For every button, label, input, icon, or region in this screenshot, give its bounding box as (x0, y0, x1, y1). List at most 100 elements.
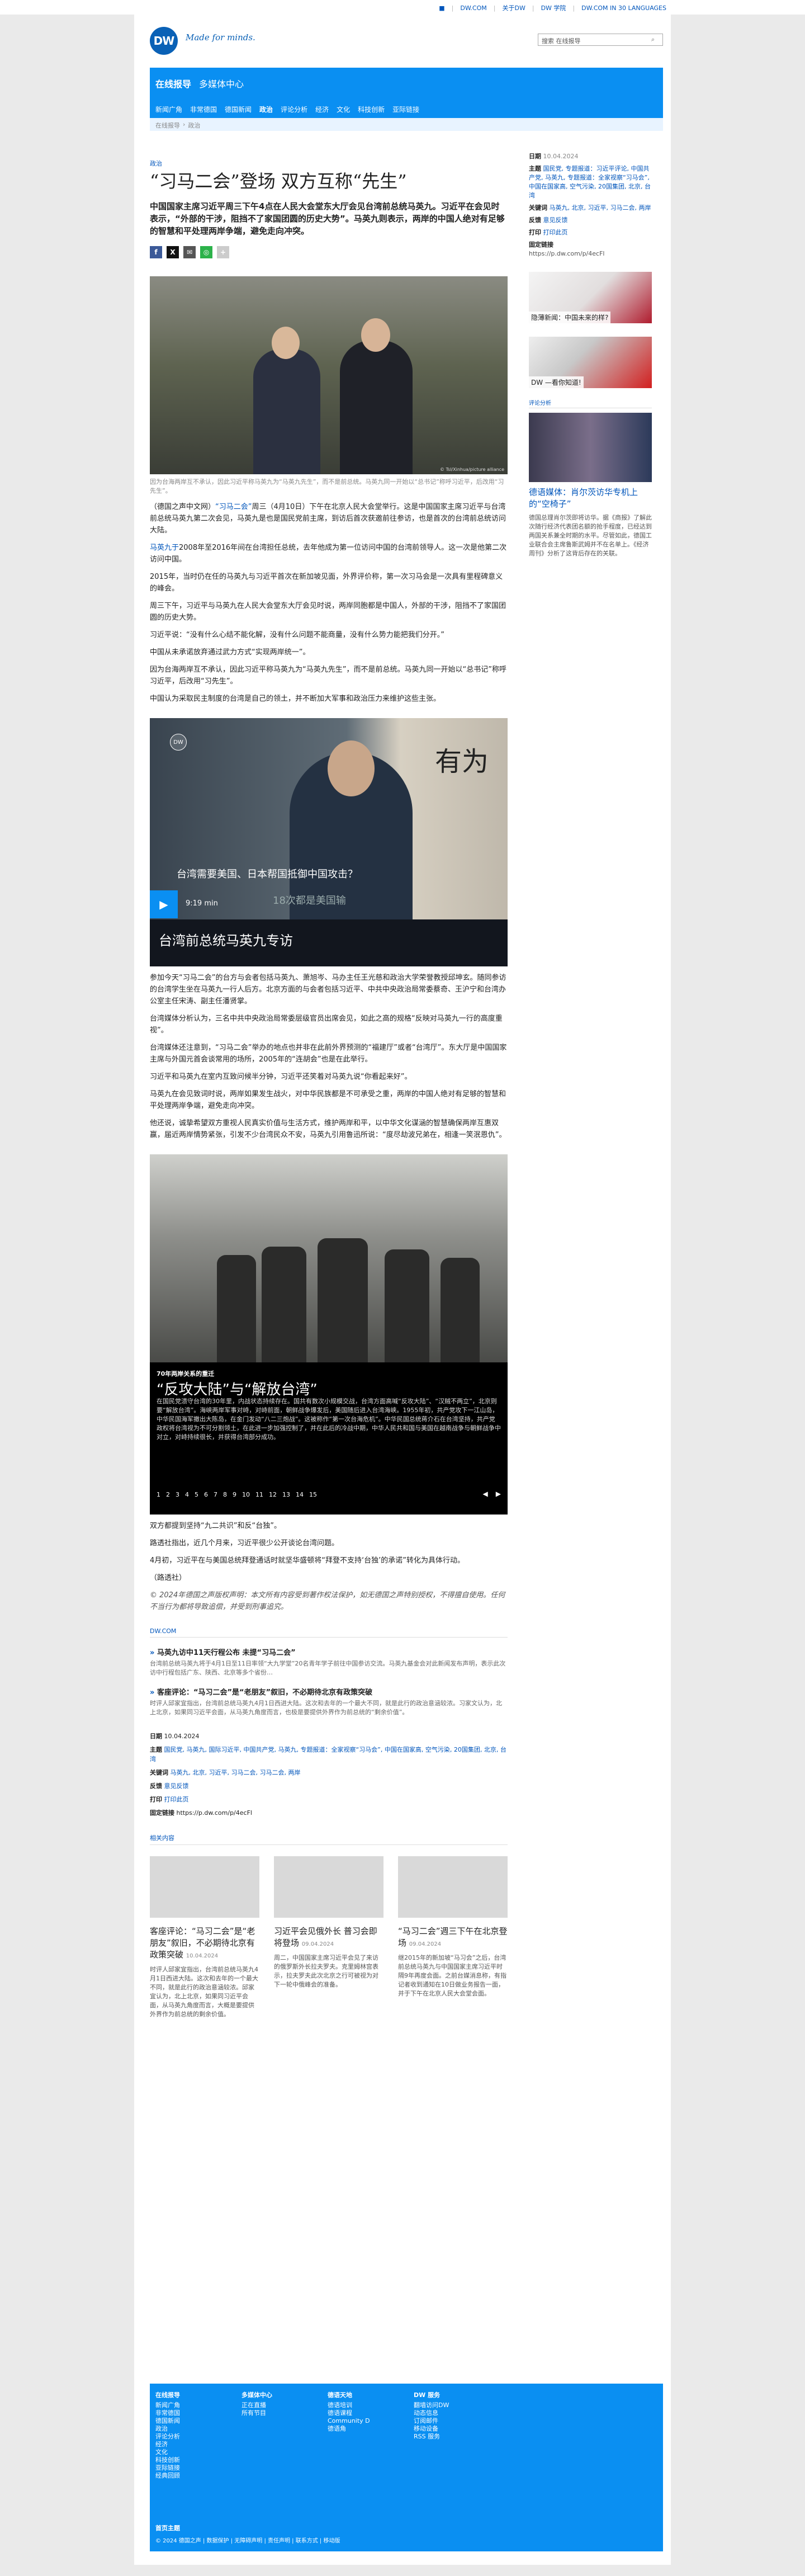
play-icon[interactable]: ▶ (150, 890, 178, 918)
promo-caption[interactable]: DW —看你知道! (529, 376, 584, 388)
related-item[interactable]: 习近平会见俄外长 普习会即将登场 09.04.2024 周二，中国国家主席习近平… (274, 1856, 383, 2019)
footer-link[interactable]: 德语角 (328, 2425, 370, 2433)
photo-gallery[interactable]: 70年两岸关系的重迁 “反攻大陆”与“解放台湾” 在国民党溃守台湾的30年里，内… (150, 1154, 508, 1515)
gallery-page[interactable]: 5 (195, 1491, 198, 1498)
breadcrumb-item[interactable]: 政治 (188, 121, 200, 129)
prev-icon[interactable]: ◀ (483, 1490, 488, 1498)
footer-link[interactable]: 经典回顾 (155, 2472, 180, 2480)
top-link-academy[interactable]: DW 学院 (541, 3, 566, 12)
home-icon[interactable]: ■ (439, 4, 444, 12)
gallery-page[interactable]: 14 (296, 1491, 304, 1498)
footer-link[interactable]: 科技创新 (155, 2456, 180, 2464)
feedback-link[interactable]: 意见反馈 (543, 216, 568, 224)
footer-link[interactable]: 德国新闻 (155, 2417, 180, 2425)
promo-caption[interactable]: 隐薄新闻：中国未来的样? (529, 312, 611, 323)
subnav-item[interactable]: 非常德国 (190, 105, 217, 117)
footer-link[interactable]: 翻墙访问DW (414, 2402, 449, 2409)
footer-link[interactable]: 亚际链接 (155, 2464, 180, 2472)
dw-logo[interactable]: DW (150, 27, 178, 55)
feedback-link[interactable]: 意见反馈 (164, 1782, 189, 1790)
footer-legal[interactable]: © 2024 德国之声 | 数据保护 | 无障碍声明 | 责任声明 | 联系方式… (155, 2536, 340, 2544)
article-kicker[interactable]: 政治 (150, 159, 508, 168)
teaser-item[interactable]: 马英九访中11天行程公布 未提“习马二会” 台湾前总统马英九将于4月1日至11日… (150, 1646, 508, 1677)
gallery-page[interactable]: 12 (269, 1491, 277, 1498)
meta-link[interactable]: 马英九, 北京, 习近平, 习马二会, 习马二会, 两岸 (171, 1769, 301, 1776)
subnav-item-active[interactable]: 政治 (259, 105, 273, 117)
promo-banner[interactable]: 隐薄新闻：中国未来的样? (529, 272, 652, 323)
footer-link[interactable]: 评论分析 (155, 2433, 180, 2441)
related-thumbnail[interactable] (274, 1856, 383, 1918)
related-thumbnail[interactable] (398, 1856, 508, 1918)
gallery-page[interactable]: 8 (223, 1491, 227, 1498)
gallery-page[interactable]: 10 (242, 1491, 250, 1498)
footer-link[interactable]: 订阅邮件 (414, 2417, 449, 2425)
side-article[interactable]: 德语媒体：肖尔茨访华专机上的“空椅子” 德国总理肖尔茨即将访华。据《商报》了解此… (529, 413, 652, 558)
gallery-page[interactable]: 7 (214, 1491, 217, 1498)
search-input[interactable]: 搜索 在线报导 (538, 34, 663, 46)
subnav-item[interactable]: 新闻广角 (155, 105, 182, 117)
side-article-image[interactable] (529, 413, 652, 482)
footer-link[interactable]: RSS 服务 (414, 2433, 449, 2441)
gallery-page[interactable]: 9 (233, 1491, 236, 1498)
meta-link[interactable]: 国民党, 马英九, 国际习近平, 中国共产党, 马英九, 专题报道：全家视察“习… (150, 1746, 506, 1763)
teaser-item[interactable]: 客座评论：“马习二会”是“老朋友”叙旧，不必期待北京有政策突破 时评人邱家宜指出… (150, 1686, 508, 1717)
footer-link[interactable]: 政治 (155, 2425, 180, 2433)
video-title[interactable]: 台湾前总统马英九专访 (159, 930, 293, 949)
top-link-about[interactable]: 关于DW (502, 3, 525, 12)
promo-banner[interactable]: DW —看你知道! (529, 337, 652, 388)
footer-link[interactable]: Community D (328, 2417, 370, 2425)
side-link[interactable]: 国民党, 专题报道：习近平评论, 中国共产党, 马英九, 专题报道：全家视察“习… (529, 165, 651, 199)
permalink-value[interactable]: https://p.dw.com/p/4ecFl (177, 1809, 252, 1817)
mail-icon[interactable]: ✉ (183, 246, 196, 258)
subnav-item[interactable]: 科技创新 (358, 105, 385, 117)
teaser-title[interactable]: 马英九访中11天行程公布 未提“习马二会” (150, 1646, 508, 1657)
permalink-value[interactable]: https://p.dw.com/p/4ecFl (529, 250, 604, 257)
gallery-page[interactable]: 2 (166, 1491, 170, 1498)
subnav-item[interactable]: 德国新闻 (225, 105, 252, 117)
x-icon[interactable]: X (167, 246, 179, 258)
video-player[interactable]: 有为 DW 台湾需要美国、日本帮国抵御中国攻击？ 18次都是美国输 ▶ 9:19… (150, 718, 508, 966)
subnav-item[interactable]: 评论分析 (281, 105, 307, 117)
gallery-page[interactable]: 3 (176, 1491, 179, 1498)
print-link[interactable]: 打印此页 (164, 1796, 189, 1803)
next-icon[interactable]: ▶ (496, 1490, 501, 1498)
gallery-page[interactable]: 11 (255, 1491, 263, 1498)
footer-link[interactable]: 新闻广角 (155, 2402, 180, 2409)
footer-link[interactable]: 德语培训 (328, 2402, 370, 2409)
footer-link[interactable]: 文化 (155, 2448, 180, 2456)
search-icon[interactable]: ⌕ (651, 36, 659, 44)
gallery-page[interactable]: 1 (157, 1491, 160, 1498)
print-link[interactable]: 打印此页 (543, 229, 568, 236)
inline-link[interactable]: 马英九于 (150, 544, 179, 552)
inline-link[interactable]: “习马二会” (215, 503, 252, 511)
footer-link[interactable]: 德语课程 (328, 2409, 370, 2417)
footer-link[interactable]: 经济 (155, 2441, 180, 2448)
footer-link[interactable]: 所有节目 (242, 2409, 272, 2417)
side-article-title[interactable]: 德语媒体：肖尔茨访华专机上的“空椅子” (529, 487, 652, 510)
teaser-title[interactable]: 客座评论：“马习二会”是“老朋友”叙旧，不必期待北京有政策突破 (150, 1686, 508, 1697)
nav-media[interactable]: 多媒体中心 (199, 77, 244, 90)
footer-link[interactable]: 正在直播 (242, 2402, 272, 2409)
footer-link[interactable]: 非常德国 (155, 2409, 180, 2417)
gallery-page[interactable]: 13 (282, 1491, 290, 1498)
facebook-icon[interactable]: f (150, 246, 162, 258)
nav-online[interactable]: 在线报导 (155, 77, 191, 90)
footer-link[interactable]: 移动设备 (414, 2425, 449, 2433)
subnav-item[interactable]: 文化 (337, 105, 350, 117)
top-link-languages[interactable]: DW.COM IN 30 LANGUAGES (581, 4, 666, 12)
more-icon[interactable]: + (217, 246, 229, 258)
top-link-dwcom[interactable]: DW.COM (460, 4, 486, 12)
subnav-item[interactable]: 经济 (315, 105, 329, 117)
gallery-page[interactable]: 6 (204, 1491, 208, 1498)
related-item[interactable]: “马习二会”週三下午在北京登场 09.04.2024 继2015年的新加坡“马习… (398, 1856, 508, 2019)
breadcrumb-item[interactable]: 在线报导 (155, 121, 180, 129)
gallery-page[interactable]: 4 (185, 1491, 189, 1498)
side-link[interactable]: 马英九, 北京, 习近平, 习马二会, 两岸 (550, 204, 651, 211)
subnav-item[interactable]: 亚际链接 (392, 105, 419, 117)
related-thumbnail[interactable] (150, 1856, 259, 1918)
footer-link[interactable]: 动态信息 (414, 2409, 449, 2417)
line-icon[interactable]: ◎ (200, 246, 212, 258)
related-item[interactable]: 客座评论：“马习二会”是“老朋友”叙旧，不必期待北京有政策突破 10.04.20… (150, 1856, 259, 2019)
gallery-page[interactable]: 15 (309, 1491, 317, 1498)
footer-home-link[interactable]: 首页主题 (155, 2523, 180, 2532)
